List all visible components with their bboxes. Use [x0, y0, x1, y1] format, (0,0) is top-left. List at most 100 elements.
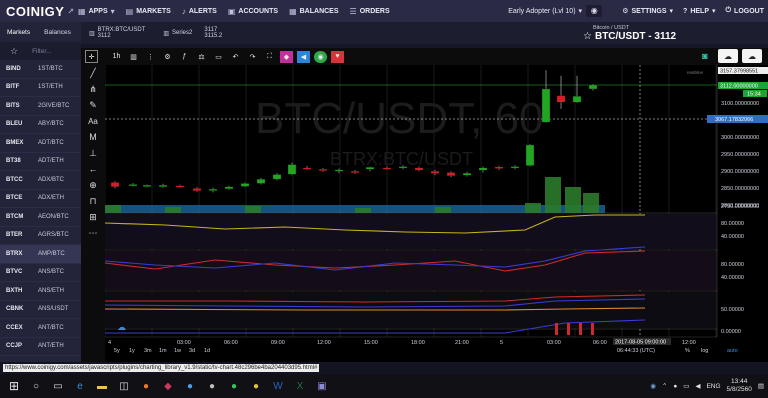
nav-alerts[interactable]: ♪ ALERTS — [182, 7, 217, 16]
status-url-bar: https://www.coinigy.com/assets/javascrip… — [0, 362, 768, 374]
lock-icon[interactable]: ⊞ — [81, 209, 105, 225]
magnet-icon[interactable]: ⊓ — [81, 193, 105, 209]
screenshot-icon[interactable]: ◉ — [586, 5, 603, 17]
tab-markets[interactable]: Markets — [0, 29, 37, 36]
market-row[interactable]: CCJP ANT/ETH — [0, 338, 81, 356]
search-icon[interactable]: ○ — [25, 376, 47, 396]
zoom-icon[interactable]: ⊕ — [81, 177, 105, 193]
nav-help[interactable]: ? HELP ▾ — [683, 7, 715, 16]
redo-icon[interactable]: ↷ — [246, 50, 259, 63]
nav-orders[interactable]: ☰ ORDERS — [350, 7, 390, 16]
arrow-icon[interactable]: ← — [81, 161, 105, 177]
star-icon[interactable]: ☆ — [10, 46, 18, 57]
brush-icon[interactable]: ✎ — [81, 97, 105, 113]
app-icon[interactable]: ◆ — [157, 376, 179, 396]
buy-icon[interactable]: ◉ — [314, 50, 327, 63]
app-icon[interactable]: ● — [179, 376, 201, 396]
chart-type-button[interactable]: ▥ — [127, 50, 140, 63]
price-chart[interactable]: BTC/USDT, 60 BTRX:BTC/USDT ☁ 3100.00000000 3… — [105, 65, 768, 362]
sell-icon[interactable]: ♥ — [331, 50, 344, 63]
market-row[interactable]: BIND 1ST/BTC — [0, 60, 81, 79]
volume-icon[interactable]: ◀ — [695, 382, 700, 390]
chart-canvas[interactable]: BTC/USDT, 60 BTRX:BTC/USDT ☁ 3100.00000000 3… — [105, 65, 768, 362]
camera-icon[interactable]: ◙ — [696, 49, 714, 63]
nav-balances[interactable]: ▦ BALANCES — [289, 7, 338, 16]
pattern-icon[interactable]: M — [81, 129, 105, 145]
candle-body — [430, 171, 440, 174]
firefox-icon[interactable]: ● — [135, 376, 157, 396]
cube-icon[interactable]: ◆ — [280, 50, 293, 63]
pair-code: 2GIVE/BTC — [38, 102, 70, 109]
indicators-button[interactable]: ƒ — [178, 50, 191, 63]
more-icon[interactable]: ⋮ — [144, 50, 157, 63]
range-button: 1d — [204, 348, 210, 354]
task-view-icon[interactable]: ▭ — [47, 376, 69, 396]
user-menu[interactable]: Early Adopter (Lvl 10) ▾ — [508, 7, 586, 16]
megaphone-icon[interactable]: ◀ — [297, 50, 310, 63]
windows-start-icon[interactable]: ⊞ — [3, 376, 25, 396]
cloud-save-icon[interactable]: ☁ — [718, 49, 738, 63]
templates-button[interactable]: ▭ — [212, 50, 225, 63]
edge-icon[interactable]: e — [69, 376, 91, 396]
market-row[interactable]: BTVC ANS/BTC — [0, 264, 81, 282]
market-row[interactable]: CBNK ANS/USDT — [0, 301, 81, 319]
series-legend[interactable]: ▥ Series2 — [163, 30, 192, 37]
market-row[interactable]: BTRX AMP/BTC — [0, 245, 81, 264]
pitchfork-icon[interactable]: ⋔ — [81, 81, 105, 97]
market-row[interactable]: BTER AGRS/BTC — [0, 227, 81, 245]
candle-body — [588, 84, 598, 90]
pair-code: ADX/ETH — [38, 195, 65, 202]
compare-button[interactable]: ⚖ — [195, 50, 208, 63]
symbol-legend[interactable]: ▥ BTRX:BTC/USDT 3112 — [81, 27, 145, 39]
store-icon[interactable]: ◫ — [113, 376, 135, 396]
cloud-load-icon[interactable]: ☁ — [742, 49, 762, 63]
measure-icon[interactable]: ⊥ — [81, 145, 105, 161]
line-icon[interactable]: ● — [223, 376, 245, 396]
nav-logout[interactable]: ⏻ LOGOUT — [726, 7, 765, 15]
range-button: 3d — [189, 348, 195, 354]
excel-icon[interactable]: X — [289, 376, 311, 396]
nav-settings-label: SETTINGS — [631, 7, 667, 15]
tray-app-icon[interactable]: ◉ — [650, 382, 656, 390]
fullscreen-icon[interactable]: ⛶ — [263, 50, 276, 63]
more-dots-icon[interactable]: ⋯ — [81, 225, 105, 241]
crosshair-tool-button[interactable]: ✛ — [85, 50, 98, 63]
tray-app-icon[interactable]: ● — [673, 383, 677, 390]
market-row[interactable]: BTCE ADX/ETH — [0, 190, 81, 208]
star-icon[interactable]: ☆ — [583, 31, 592, 42]
candle-body — [224, 186, 234, 189]
clock[interactable]: 13:44 5/8/2560 — [727, 378, 752, 394]
market-row[interactable]: BT38 ADT/ETH — [0, 153, 81, 171]
tray-chevron-icon[interactable]: ⌃ — [662, 382, 667, 390]
word-icon[interactable]: W — [267, 376, 289, 396]
market-row[interactable]: BITS 2GIVE/BTC — [0, 97, 81, 116]
candle-body — [382, 167, 392, 170]
notification-icon[interactable]: ▤ — [758, 382, 764, 390]
tab-balances[interactable]: Balances — [37, 29, 78, 36]
logo[interactable]: COINIGY ↗ — [0, 4, 78, 19]
trendline-icon[interactable]: ╱ — [81, 65, 105, 81]
nav-markets[interactable]: ▤ MARKETS — [126, 7, 171, 16]
file-explorer-icon[interactable]: ▬ — [91, 376, 113, 396]
chrome-icon[interactable]: ● — [245, 376, 267, 396]
top-nav: COINIGY ↗ ▦ APPS ▾ ▤ MARKETS ♪ ALERTS ▣ ACCOUN… — [0, 0, 768, 22]
undo-icon[interactable]: ↶ — [229, 50, 242, 63]
settings-gear-icon[interactable]: ⚙ — [161, 50, 174, 63]
market-row[interactable]: BXTH ANS/ETH — [0, 282, 81, 301]
language-indicator[interactable]: ENG — [706, 383, 720, 390]
network-icon[interactable]: ▭ — [683, 382, 689, 390]
filter-input[interactable]: Filter... — [32, 48, 52, 55]
market-row[interactable]: BTCC ADX/BTC — [0, 171, 81, 190]
interval-select[interactable]: 1h — [110, 50, 123, 63]
market-row[interactable]: BMEX ADT/BTC — [0, 134, 81, 153]
nav-settings[interactable]: ⚙ SETTINGS ▾ — [622, 7, 673, 16]
app-icon[interactable]: ● — [201, 376, 223, 396]
nav-accounts[interactable]: ▣ ACCOUNTS — [228, 7, 278, 16]
app-icon[interactable]: ▣ — [311, 376, 333, 396]
nav-apps[interactable]: ▦ APPS ▾ — [78, 7, 115, 16]
market-row[interactable]: BTCM AEON/BTC — [0, 208, 81, 227]
text-icon[interactable]: Aa — [81, 113, 105, 129]
market-row[interactable]: CCEX ANT/BTC — [0, 319, 81, 338]
market-row[interactable]: BLEU ABY/BTC — [0, 116, 81, 134]
market-row[interactable]: BITF 1ST/ETH — [0, 79, 81, 97]
